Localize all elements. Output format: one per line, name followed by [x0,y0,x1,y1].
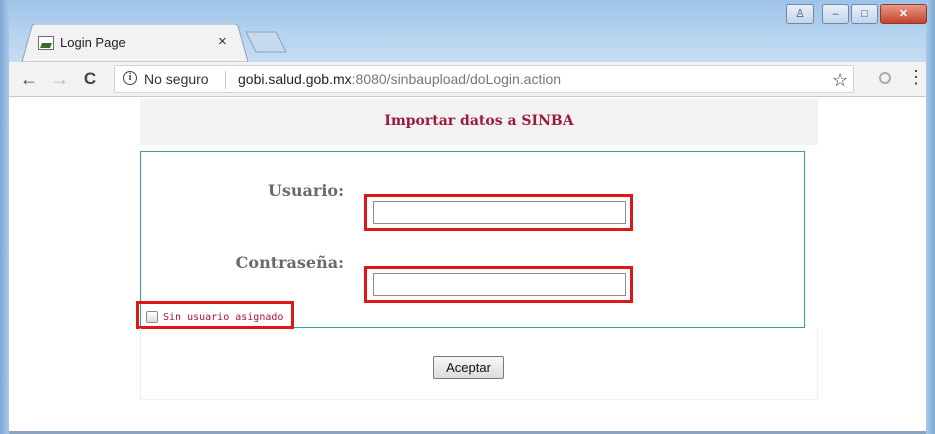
address-bar[interactable]: i No seguro gobi.salud.gob.mx:8080/sinba… [114,65,854,93]
username-input[interactable] [373,201,626,224]
tab-shape [22,24,248,62]
security-label[interactable]: No seguro [144,71,209,87]
close-window-button[interactable]: ✕ [880,4,927,24]
info-icon[interactable]: i [123,71,137,85]
tab-login-page[interactable]: Login Page × [22,24,248,62]
profile-icon[interactable]: ♙ [786,4,814,24]
browser-toolbar: ← → C i No seguro gobi.salud.gob.mx:8080… [9,62,926,97]
reload-icon[interactable]: C [79,68,101,90]
minimize-button[interactable]: – [822,4,849,24]
login-form: Usuario: Contraseña: Sin usuario asignad… [136,151,805,329]
accept-button[interactable]: Aceptar [433,356,504,379]
new-tab-shape [245,31,287,53]
bookmark-star-icon[interactable]: ☆ [832,70,848,91]
window-frame-right [926,0,935,434]
url-path: :8080/sinbaupload/doLogin.action [351,71,562,87]
password-label: Contraseña: [235,253,344,272]
form-header: Importar datos a SINBA [140,99,818,145]
no-user-checkbox-label[interactable]: Sin usuario asignado [163,312,283,323]
username-highlight [364,194,633,231]
extension-icon[interactable] [879,72,891,84]
form-footer: Aceptar [140,328,818,400]
address-separator [225,71,226,89]
password-highlight [364,266,633,303]
password-input[interactable] [373,273,626,296]
username-label: Usuario: [267,181,344,200]
back-arrow-icon[interactable]: ← [18,68,40,90]
new-tab-button[interactable] [245,30,288,54]
browser-window: Login Page × ♙ – □ ✕ ← → C i No seguro g… [0,0,935,434]
page-title: Importar datos a SINBA [384,113,574,129]
no-user-checkbox[interactable] [146,311,158,323]
window-frame-left [0,0,9,434]
favicon-icon [38,36,54,50]
tab-title: Login Page [60,35,126,50]
forward-arrow-icon[interactable]: → [49,68,71,90]
url-host: gobi.salud.gob.mx [238,71,352,87]
checkbox-highlight: Sin usuario asignado [136,301,294,329]
menu-dots-icon[interactable]: ⋮ [907,67,925,88]
window-controls: ♙ – □ ✕ [786,4,927,26]
url-text[interactable]: gobi.salud.gob.mx:8080/sinbaupload/doLog… [238,71,561,87]
maximize-button[interactable]: □ [851,4,878,24]
tab-close-icon[interactable]: × [218,33,227,50]
page-viewport: Importar datos a SINBA Usuario: Contrase… [9,97,926,434]
